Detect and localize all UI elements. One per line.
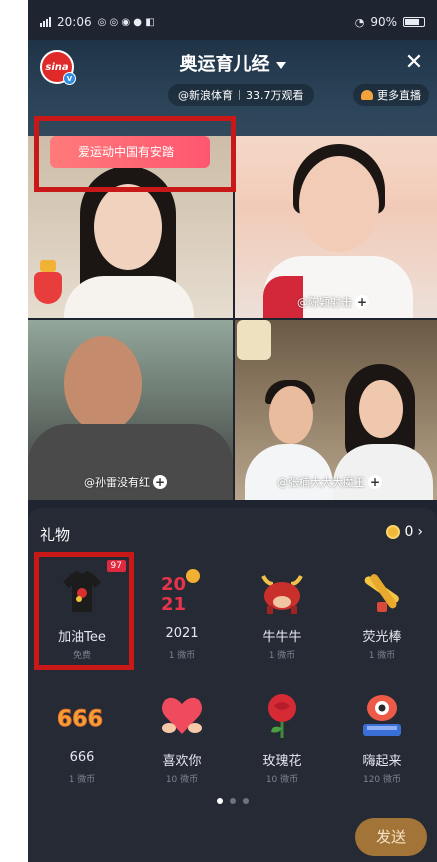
- glowstick-icon: [364, 574, 399, 612]
- participant-label[interactable]: @陈颖射击 +: [297, 294, 369, 310]
- coin-balance[interactable]: 0 ›: [386, 524, 423, 540]
- gift-name: 牛牛牛: [262, 630, 302, 645]
- participant-body: [64, 276, 194, 318]
- gift-item-666[interactable]: 666 666 1 微币: [32, 680, 132, 800]
- gift-price: 1 微币: [68, 775, 96, 785]
- participant-face: [269, 386, 313, 444]
- gift-name: 2021: [165, 626, 199, 641]
- signal-icon: [40, 17, 51, 27]
- close-button[interactable]: ✕: [401, 50, 427, 76]
- participant-face: [64, 336, 142, 432]
- gift-name: 喜欢你: [162, 754, 202, 769]
- battery-icon: [403, 17, 425, 27]
- svg-text:21: 21: [161, 594, 186, 615]
- status-bar: 20:06 ◎ ◎ ◉ ● ◧ ◔ 90%: [28, 0, 437, 44]
- gift-price: 10 微币: [165, 775, 199, 785]
- dropdown-caret-icon: [275, 61, 286, 69]
- lamp: [237, 320, 271, 360]
- gift-price: 1 微币: [168, 651, 196, 661]
- robot-dj-icon: [363, 695, 401, 736]
- gift-item-bull[interactable]: 牛牛牛 1 微币: [232, 556, 332, 676]
- status-time: 20:06: [57, 15, 92, 29]
- room-title-text: 奥运育儿经: [179, 54, 270, 75]
- participant-body: [333, 444, 433, 500]
- rose-icon: [268, 694, 296, 738]
- room-meta: @新浪体育 33.7万观看: [168, 84, 314, 106]
- participant-face: [94, 184, 162, 270]
- lantern-icon: [34, 260, 62, 310]
- gift-price: 120 微币: [362, 775, 402, 785]
- gift-price: 10 微币: [265, 775, 299, 785]
- battery-text: 90%: [370, 15, 397, 29]
- gift-item-glowstick[interactable]: 荧光棒 1 微币: [332, 556, 432, 676]
- svg-text:666: 666: [57, 707, 103, 732]
- gift-item-robot-dj[interactable]: 嗨起来 120 微币: [332, 680, 432, 800]
- more-live-icon: [361, 90, 373, 100]
- gift-price: 1 微币: [268, 651, 296, 661]
- notification-icons: ◎ ◎ ◉ ● ◧: [97, 16, 155, 28]
- coin-icon: [386, 525, 401, 539]
- page-indicator: [28, 798, 437, 804]
- chevron-right-icon: ›: [417, 524, 423, 540]
- viewer-count: 33.7万观看: [246, 89, 304, 102]
- participant-label[interactable]: @孙雷没有红 +: [84, 474, 167, 490]
- page-dot: [229, 798, 236, 804]
- room-source: @新浪体育: [178, 89, 233, 102]
- send-button[interactable]: 发送: [355, 818, 427, 856]
- participant-face: [359, 380, 403, 438]
- wifi-icon: ◔: [354, 15, 365, 29]
- follow-plus-icon[interactable]: +: [368, 475, 382, 489]
- gift-panel-title: 礼物: [40, 526, 71, 544]
- more-live-button[interactable]: 更多直播: [353, 84, 429, 106]
- gift-name: 666: [69, 750, 95, 765]
- video-tile-guest-3[interactable]: @张楠大大大魔王 +: [235, 320, 437, 500]
- heart-icon: [162, 697, 202, 734]
- highlight-box-banner: [34, 116, 236, 192]
- participant-face: [299, 156, 379, 252]
- gift-item-rose[interactable]: 玫瑰花 10 微币: [232, 680, 332, 800]
- bull-icon: [261, 575, 303, 614]
- room-title[interactable]: 奥运育儿经: [28, 50, 437, 76]
- gift-name: 嗨起来: [362, 754, 402, 769]
- page-dot-active: [216, 798, 223, 804]
- live-room-screen: 20:06 ◎ ◎ ◉ ● ◧ ◔ 90% sina V 奥运育儿经 ✕ @新浪…: [28, 0, 437, 862]
- highlight-box-gift: [34, 552, 134, 670]
- video-tile-guest-2[interactable]: @孙雷没有红 +: [28, 320, 233, 500]
- more-live-label: 更多直播: [377, 89, 421, 102]
- gift-name: 玫瑰花: [262, 754, 302, 769]
- gift-item-2021[interactable]: 20 21 2021 1 微币: [132, 556, 232, 676]
- participant-body: [245, 444, 333, 500]
- divider: [239, 90, 240, 100]
- follow-plus-icon[interactable]: +: [355, 295, 369, 309]
- svg-text:20: 20: [161, 574, 186, 595]
- gift-price: 1 微币: [368, 651, 396, 661]
- participant-label[interactable]: @张楠大大大魔王 +: [277, 474, 382, 490]
- 666-icon: 666: [57, 707, 103, 733]
- 2021-balloon-icon: 20 21: [161, 569, 200, 615]
- video-tile-guest-1[interactable]: @陈颖射击 +: [235, 136, 437, 318]
- follow-plus-icon[interactable]: +: [153, 475, 167, 489]
- coin-balance-value: 0: [404, 524, 414, 540]
- gift-item-heart[interactable]: 喜欢你 10 微币: [132, 680, 232, 800]
- page-dot: [242, 798, 249, 804]
- gift-name: 荧光棒: [362, 630, 402, 645]
